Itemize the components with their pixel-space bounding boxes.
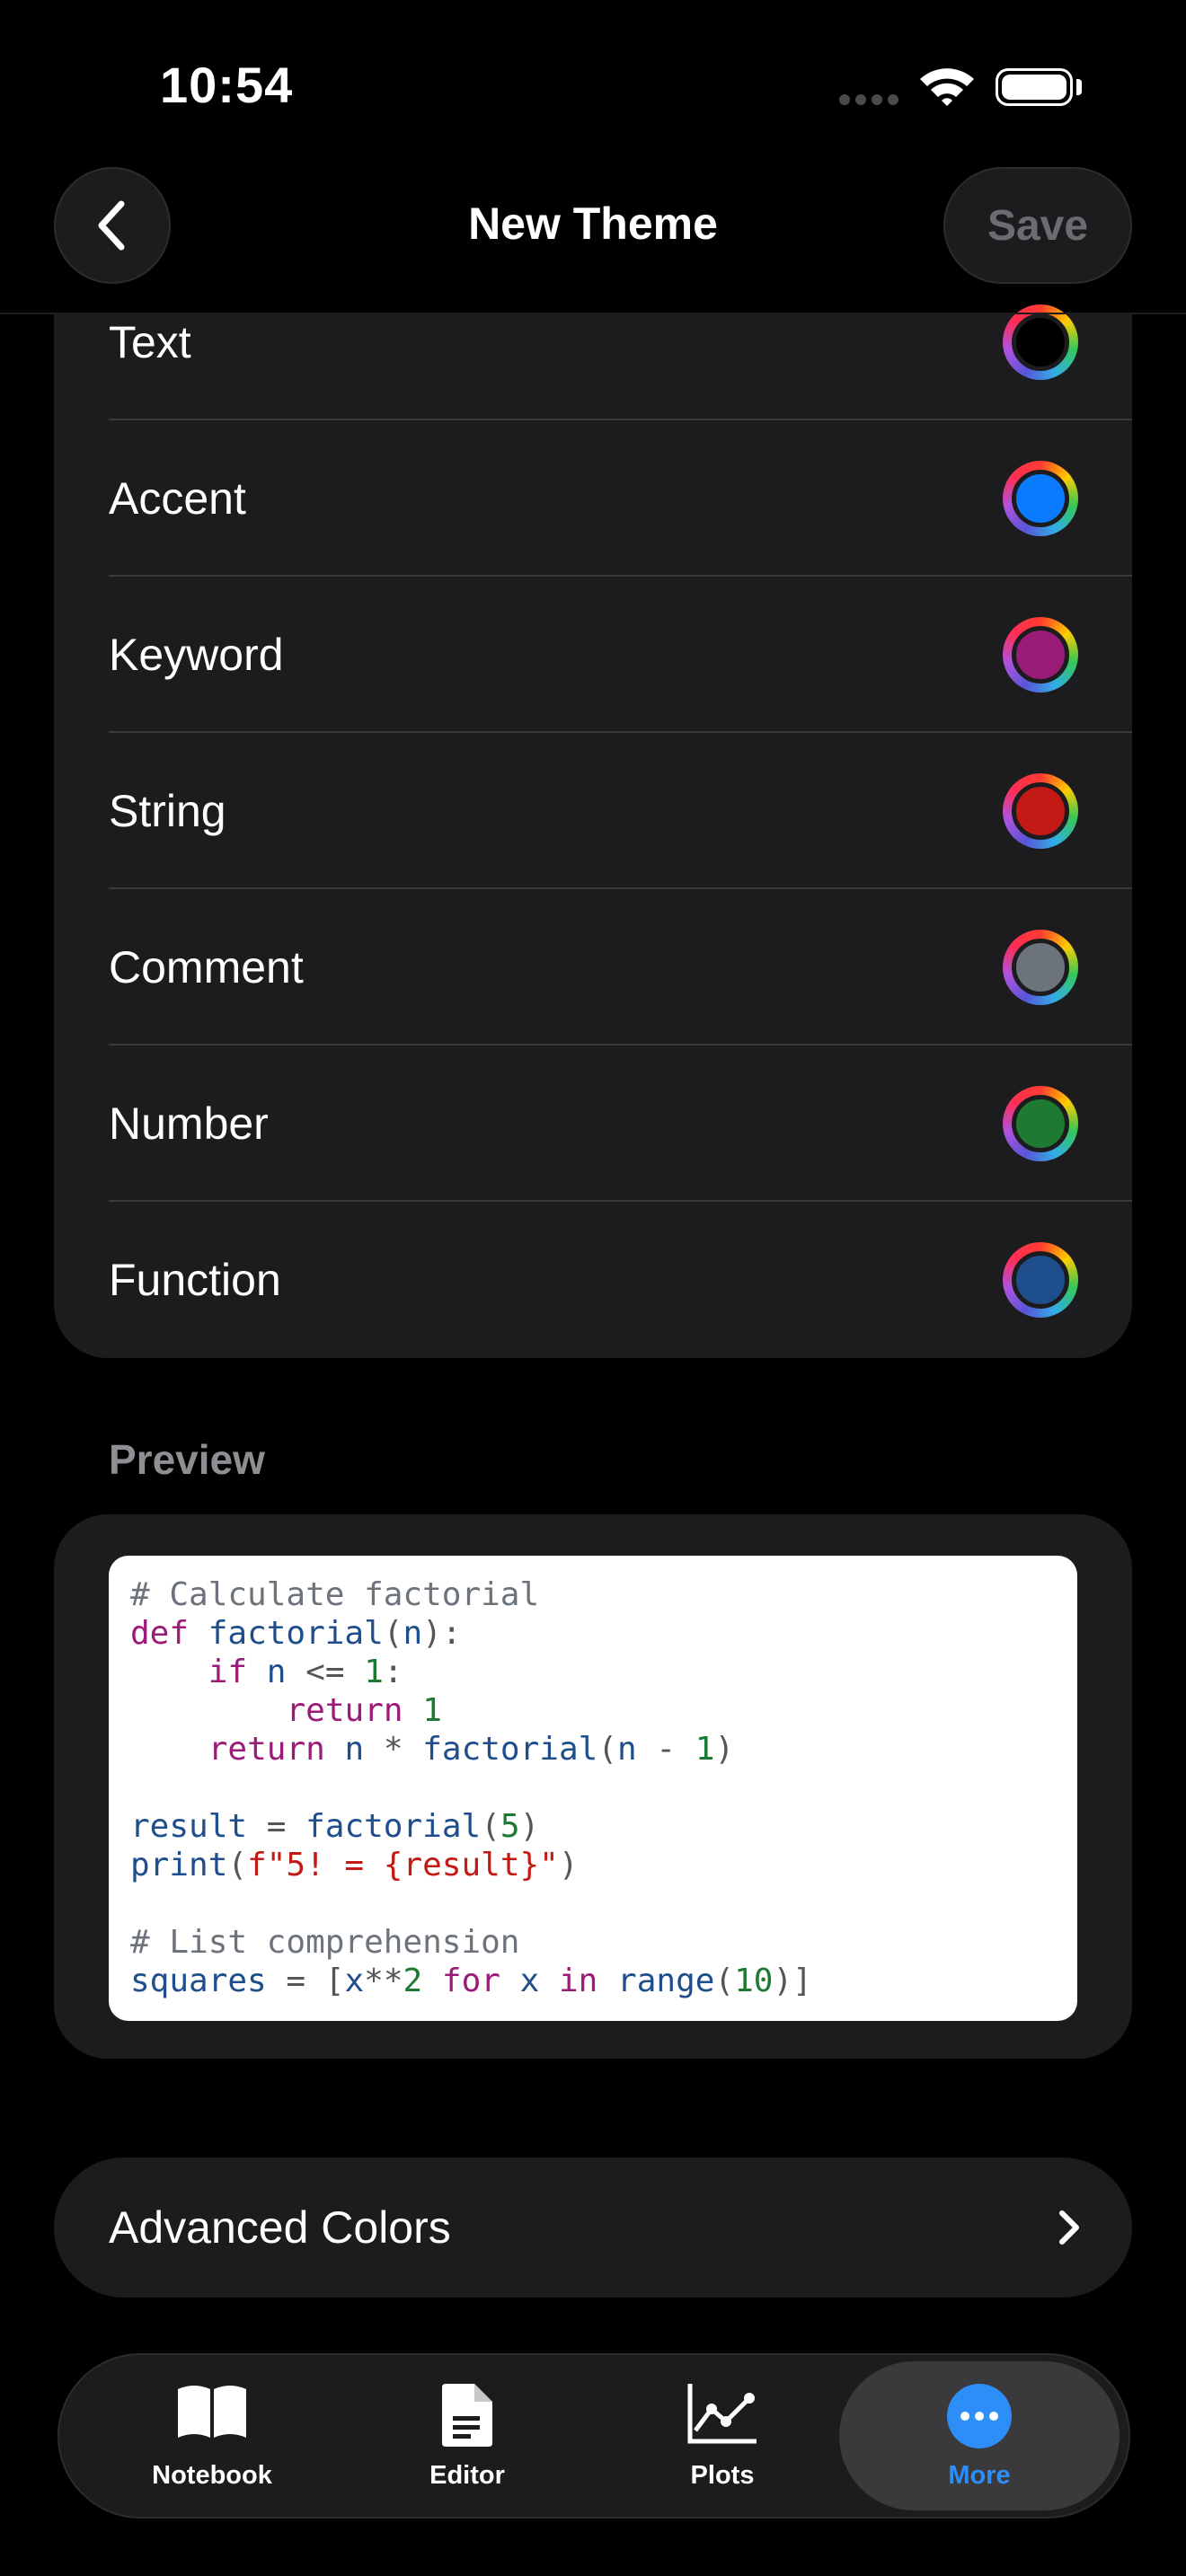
wifi-icon bbox=[918, 65, 976, 112]
color-row-label: Accent bbox=[109, 473, 246, 524]
chevron-left-icon bbox=[98, 200, 125, 251]
swatch-fill bbox=[1012, 1251, 1069, 1309]
color-picker-swatch[interactable] bbox=[1003, 304, 1078, 380]
status-time: 10:54 bbox=[160, 57, 294, 113]
swatch-fill bbox=[1012, 1095, 1069, 1152]
color-picker-swatch[interactable] bbox=[1003, 930, 1078, 1005]
color-picker-swatch[interactable] bbox=[1003, 461, 1078, 536]
color-row-string[interactable]: String bbox=[54, 733, 1132, 889]
color-row-label: Number bbox=[109, 1098, 269, 1149]
swatch-fill bbox=[1012, 939, 1069, 996]
color-picker-swatch[interactable] bbox=[1003, 1242, 1078, 1318]
color-row-number[interactable]: Number bbox=[54, 1045, 1132, 1202]
color-row-label: Text bbox=[109, 317, 191, 367]
tab-editor[interactable]: Editor bbox=[341, 2355, 593, 2517]
tab-bar: Notebook Editor Plots More bbox=[58, 2353, 1130, 2519]
tab-notebook[interactable]: Notebook bbox=[86, 2355, 338, 2517]
tab-label: More bbox=[948, 2461, 1011, 2490]
cellular-signal-icon bbox=[839, 93, 904, 110]
tab-label: Plots bbox=[690, 2461, 755, 2490]
color-row-label: Function bbox=[109, 1255, 281, 1305]
preview-section-header: Preview bbox=[109, 1436, 265, 1483]
color-picker-swatch[interactable] bbox=[1003, 617, 1078, 693]
swatch-fill bbox=[1012, 626, 1069, 684]
color-row-text[interactable]: Text bbox=[54, 264, 1132, 420]
tab-label: Notebook bbox=[152, 2461, 272, 2490]
swatch-fill bbox=[1012, 313, 1069, 371]
color-row-label: String bbox=[109, 786, 226, 836]
code-preview-text: # Calculate factorial def factorial(n): … bbox=[130, 1576, 812, 1999]
color-row-label: Keyword bbox=[109, 630, 284, 680]
nav-divider bbox=[0, 313, 1186, 314]
code-preview: # Calculate factorial def factorial(n): … bbox=[109, 1556, 1077, 2021]
color-row-function[interactable]: Function bbox=[54, 1202, 1132, 1358]
book-icon bbox=[178, 2386, 246, 2438]
color-picker-swatch[interactable] bbox=[1003, 773, 1078, 849]
document-icon bbox=[442, 2384, 492, 2447]
chart-icon bbox=[687, 2384, 757, 2444]
preview-card: # Calculate factorial def factorial(n): … bbox=[54, 1514, 1132, 2059]
color-row-keyword[interactable]: Keyword bbox=[54, 577, 1132, 733]
battery-tip bbox=[1076, 79, 1082, 95]
advanced-colors-button[interactable]: Advanced Colors bbox=[54, 2157, 1132, 2298]
theme-colors-list: Text Accent Keyword String Comment Numbe… bbox=[54, 304, 1132, 1358]
more-icon bbox=[947, 2384, 1012, 2448]
color-row-label: Comment bbox=[109, 942, 304, 992]
chevron-right-icon bbox=[1059, 2210, 1079, 2245]
tab-more[interactable]: More bbox=[839, 2361, 1120, 2510]
page-title: New Theme bbox=[468, 198, 718, 249]
status-bar: 10:54 bbox=[0, 0, 1186, 171]
color-picker-swatch[interactable] bbox=[1003, 1086, 1078, 1161]
tab-label: Editor bbox=[429, 2461, 505, 2490]
swatch-fill bbox=[1012, 470, 1069, 527]
swatch-fill bbox=[1012, 782, 1069, 840]
tab-plots[interactable]: Plots bbox=[597, 2355, 848, 2517]
color-row-comment[interactable]: Comment bbox=[54, 889, 1132, 1045]
advanced-colors-label: Advanced Colors bbox=[109, 2202, 451, 2253]
color-row-accent[interactable]: Accent bbox=[54, 420, 1132, 577]
battery-icon bbox=[996, 68, 1073, 106]
